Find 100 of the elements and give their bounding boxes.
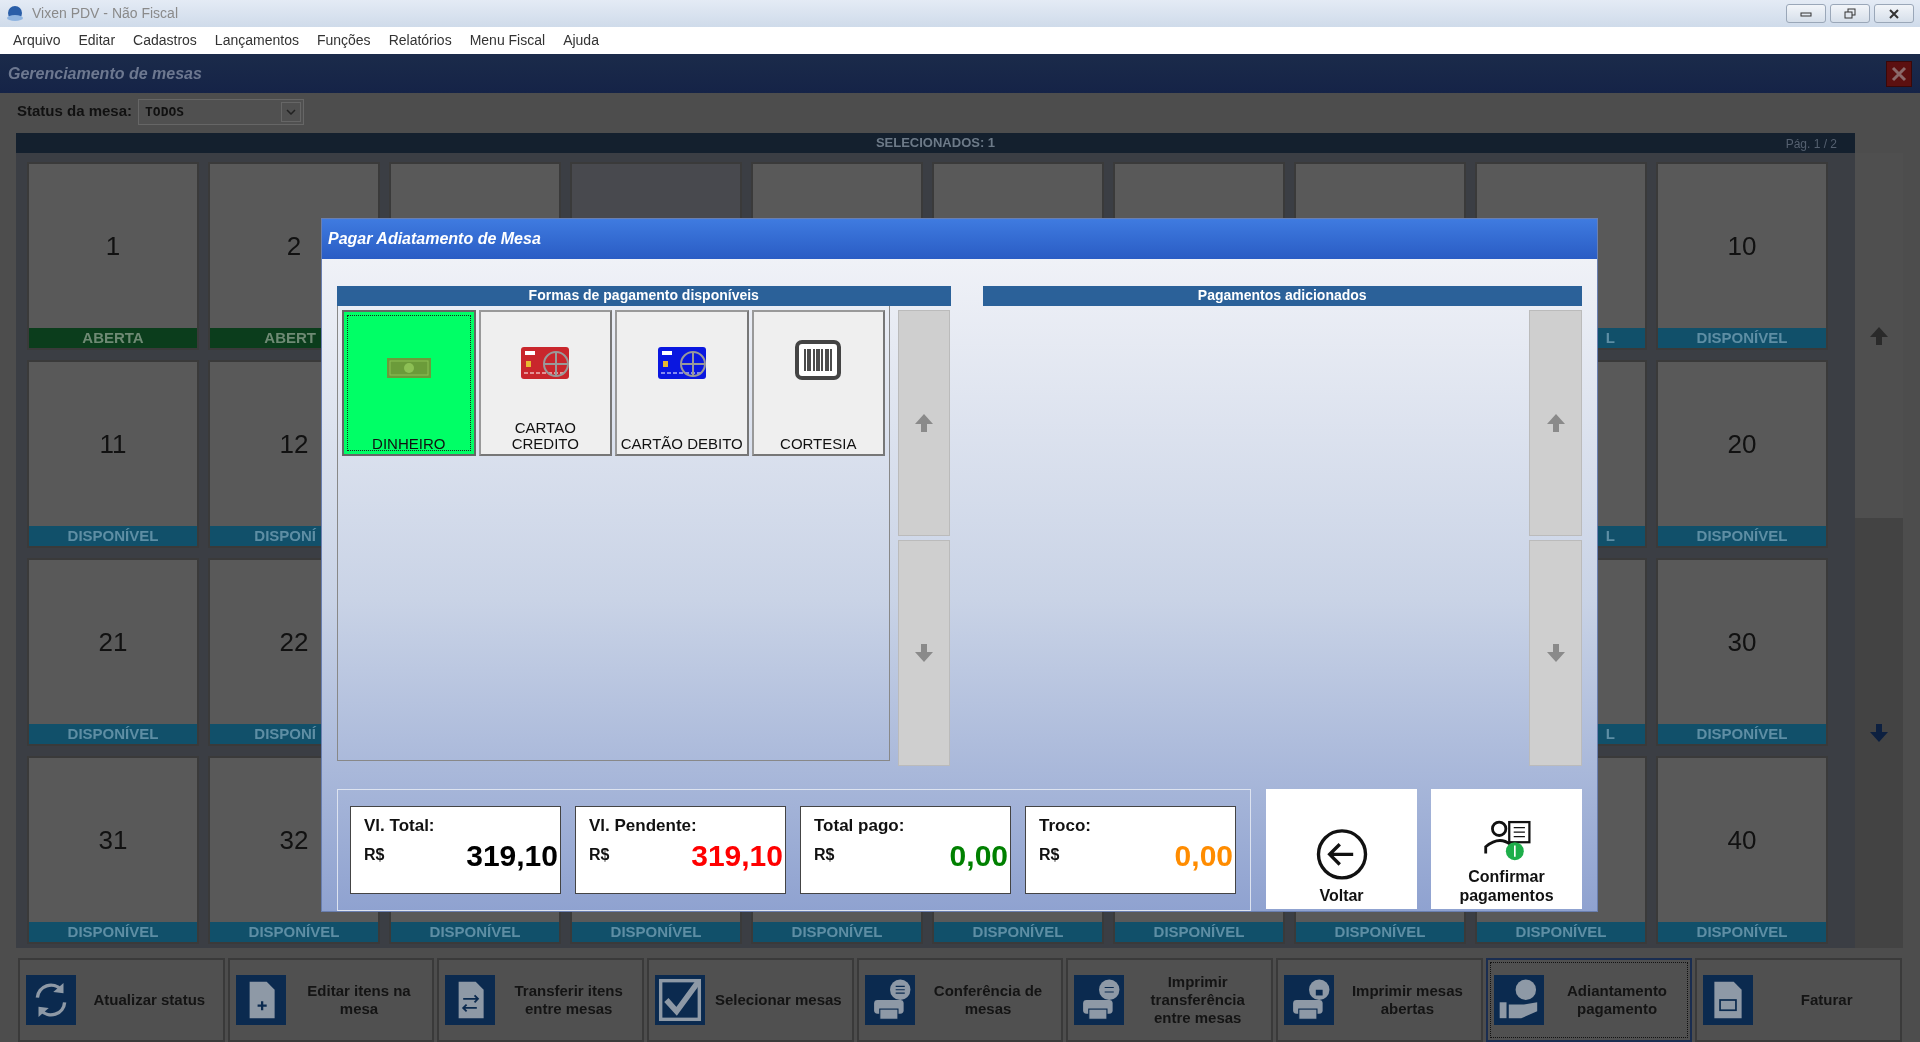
scroll-up-button[interactable] (1529, 309, 1582, 536)
status-label: DISPONÍ (254, 525, 316, 546)
total-value: 319,10 (691, 838, 784, 873)
table-number: 22 (279, 625, 309, 659)
payment-method-button[interactable]: CARTAO CREDITO (478, 309, 612, 456)
status-label: DISPONÍVEL (610, 921, 702, 942)
page-indicator: Pág. 1 / 2 (1785, 136, 1837, 154)
toolbar-button[interactable]: Atualizar status (18, 958, 225, 1042)
menu-item[interactable]: Cadastros (124, 30, 206, 51)
total-label: Vl. Pendente: (589, 815, 698, 837)
currency-symbol: R$ (814, 844, 835, 865)
scroll-down-button[interactable] (1529, 539, 1582, 766)
status-label: DISPONÍVEL (1334, 921, 1426, 942)
minimize-icon (1800, 9, 1812, 18)
total-value: 319,10 (466, 838, 559, 873)
menu-item[interactable]: Editar (69, 30, 125, 51)
banknote-icon (385, 355, 432, 380)
toolbar-button[interactable]: Imprimir mesas abertas (1276, 958, 1483, 1042)
status-dropdown[interactable]: TODOS (138, 98, 305, 125)
menu-item[interactable]: Relatórios (379, 30, 461, 51)
table-number: 21 (98, 625, 128, 659)
menu-item[interactable]: Ajuda (554, 30, 608, 51)
hand-coin-icon (1493, 975, 1544, 1026)
payment-method-button[interactable]: DINHEIRO (342, 309, 476, 456)
toolbar-button[interactable]: Faturar (1695, 958, 1903, 1042)
status-label: DISPONÍVEL (1696, 525, 1788, 546)
status-label: ABERT (264, 327, 316, 348)
table-number: 10 (1727, 229, 1757, 263)
status-label: L (1605, 525, 1615, 546)
table-tile[interactable]: 30 DISPONÍVEL (1656, 558, 1828, 747)
section-header: Formas de pagamento disponíveis (337, 285, 951, 306)
close-icon (1888, 8, 1900, 19)
table-number: 32 (279, 823, 309, 857)
status-label: L (1605, 327, 1615, 348)
section-header: Pagamentos adicionados (982, 285, 1582, 306)
restore-icon (1844, 8, 1856, 19)
status-label: DISPONÍVEL (1515, 921, 1607, 942)
payment-method-button[interactable]: CARTÃO DEBITO (615, 309, 749, 456)
currency-symbol: R$ (1039, 844, 1060, 865)
table-number: 1 (105, 229, 121, 263)
table-tile[interactable]: 1 ABERTA (27, 162, 199, 351)
table-number: 12 (279, 427, 309, 461)
table-tile[interactable]: 21 DISPONÍVEL (27, 558, 199, 747)
menu-item[interactable]: Menu Fiscal (460, 30, 555, 51)
printer-icon (1074, 975, 1125, 1026)
status-filter-label: Status da mesa: (17, 101, 133, 122)
document-card-icon (1703, 975, 1754, 1026)
scroll-up-button[interactable] (898, 309, 950, 536)
toolbar-button[interactable]: Adiantamento pagamento (1485, 958, 1693, 1042)
selection-count: SELECIONADOS: 1 (875, 134, 996, 153)
close-icon (1891, 65, 1907, 82)
table-tile[interactable]: 31 DISPONÍVEL (27, 756, 199, 945)
payment-method-button[interactable]: CORTESIA (751, 309, 885, 456)
table-number: 30 (1727, 625, 1757, 659)
status-label: ABERTA (82, 327, 144, 348)
document-arrows-icon (445, 975, 496, 1026)
toolbar-button[interactable]: Selecionar mesas (647, 958, 854, 1042)
table-number: 31 (98, 823, 128, 857)
table-tile[interactable]: 10 DISPONÍVEL (1656, 162, 1828, 351)
status-label: DISPONÍVEL (1696, 723, 1788, 744)
printer-icon (1284, 975, 1335, 1026)
table-tile[interactable]: 11 DISPONÍVEL (27, 360, 199, 549)
table-number: 11 (99, 427, 127, 461)
window-title: Vixen PDV - Não Fiscal (32, 4, 178, 23)
toolbar-button[interactable]: Transferir itens entre mesas (437, 958, 644, 1042)
scroll-bar[interactable] (1855, 153, 1903, 949)
table-tile[interactable]: 40 DISPONÍVEL (1656, 756, 1828, 945)
status-label: DISPONÍVEL (972, 921, 1064, 942)
caret-icon (286, 108, 297, 115)
status-label: DISPONÍVEL (1696, 921, 1788, 942)
toolbar-button[interactable]: Editar itens na mesa (227, 958, 435, 1042)
app-logo-icon (6, 4, 24, 23)
status-label: DISPONÍVEL (429, 921, 521, 942)
table-number: 40 (1727, 823, 1757, 857)
total-label: Troco: (1039, 815, 1092, 837)
credit-card-icon (520, 345, 571, 380)
checkbox-icon (655, 975, 705, 1026)
menu-item[interactable]: Lançamentos (205, 30, 308, 51)
status-label: DISPONÍVEL (248, 921, 340, 942)
status-label: DISPONÍVEL (1696, 327, 1788, 348)
panel-title: Gerenciamento de mesas (8, 63, 202, 84)
menu-item[interactable]: Arquivo (4, 30, 70, 51)
table-number: 2 (286, 229, 302, 263)
refresh-icon (26, 975, 76, 1026)
toolbar-button[interactable]: Imprimir transferência entre mesas (1066, 958, 1274, 1042)
total-label: Total pago: (814, 815, 906, 837)
status-label: DISPONÍVEL (67, 921, 159, 942)
scroll-down-button[interactable] (898, 539, 950, 766)
menu-item[interactable]: Funções (307, 30, 380, 51)
status-label: DISPONÍVEL (67, 723, 159, 744)
status-label: DISPONÍVEL (67, 525, 159, 546)
currency-symbol: R$ (589, 844, 610, 865)
status-label: L (1605, 723, 1615, 744)
close-button[interactable] (1874, 4, 1914, 23)
table-tile[interactable]: 20 DISPONÍVEL (1656, 360, 1828, 549)
barcode-icon (795, 339, 842, 380)
confirm-button[interactable]: Confirmar pagamentos (1431, 789, 1582, 909)
status-label: DISPONÍVEL (1153, 921, 1245, 942)
toolbar-button[interactable]: Conferência de mesas (856, 958, 1064, 1042)
minimize-button[interactable] (1786, 4, 1826, 23)
